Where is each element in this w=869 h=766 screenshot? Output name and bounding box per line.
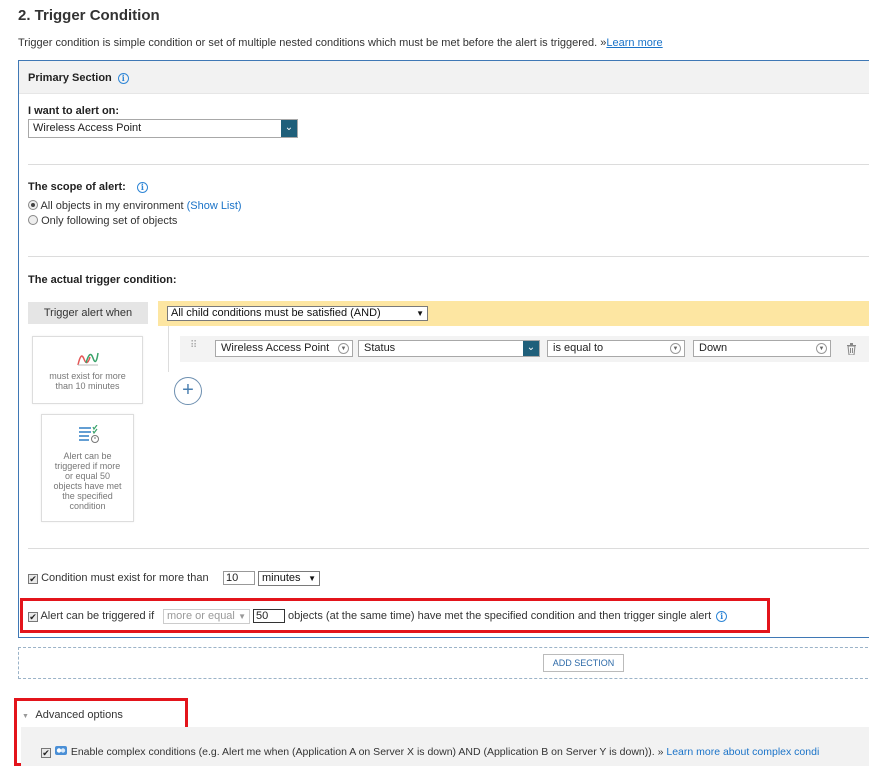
primary-section-title: Primary Section i — [28, 72, 129, 84]
scope-following-option[interactable]: Only following set of objects — [28, 215, 177, 227]
chevron-down-icon: ▼ — [338, 343, 349, 354]
scope-all-radio[interactable] — [28, 200, 38, 210]
condition-object-select[interactable]: Wireless Access Point ▼ — [215, 340, 353, 357]
condition-operator-value: is equal to — [553, 342, 604, 354]
advanced-options-toggle[interactable]: ▼ Advanced options — [22, 709, 123, 721]
actual-trigger-label: The actual trigger condition: — [28, 274, 177, 286]
condition-exist-label: Condition must exist for more than — [41, 572, 209, 584]
add-condition-button[interactable]: + — [174, 377, 202, 405]
alert-trigger-count-input[interactable]: 50 — [253, 609, 285, 623]
time-condition-card: must exist for more than 10 minutes — [32, 336, 143, 404]
caret-down-icon: ▼ — [238, 612, 246, 621]
chevron-down-icon: ▼ — [816, 343, 827, 354]
primary-section-label: Primary Section — [28, 72, 112, 84]
add-section-area — [18, 647, 869, 679]
chevron-down-icon: ▼ — [670, 343, 681, 354]
alert-on-value: Wireless Access Point — [33, 122, 142, 134]
alert-trigger-suffix-row: objects (at the same time) have met the … — [288, 610, 728, 622]
group-condition-select[interactable]: All child conditions must be satisfied (… — [167, 306, 428, 321]
divider — [28, 164, 869, 165]
condition-field-select[interactable]: Status ⌄ — [358, 340, 540, 357]
time-condition-text: must exist for more than 10 minutes — [49, 371, 126, 391]
description-text: Trigger condition is simple condition or… — [18, 37, 607, 49]
condition-exist-row: ✔ Condition must exist for more than — [28, 572, 209, 584]
tree-line — [168, 326, 169, 372]
condition-object-value: Wireless Access Point — [221, 342, 330, 354]
section-description: Trigger condition is simple condition or… — [18, 37, 663, 49]
complex-conditions-icon — [54, 745, 68, 760]
add-section-button[interactable]: ADD SECTION — [543, 654, 624, 672]
waveform-icon — [33, 349, 142, 369]
section-title: 2. Trigger Condition — [18, 7, 160, 24]
info-icon[interactable]: i — [716, 610, 728, 622]
scope-following-label: Only following set of objects — [41, 215, 178, 227]
caret-down-icon: ▼ — [416, 309, 424, 318]
condition-exist-unit-select[interactable]: minutes ▼ — [258, 571, 320, 586]
alert-trigger-operator-value: more or equal — [167, 610, 235, 622]
trash-icon[interactable] — [846, 342, 857, 360]
list-check-icon — [42, 424, 133, 447]
advanced-options-title: Advanced options — [35, 709, 123, 721]
caret-down-icon: ▼ — [22, 713, 29, 720]
condition-exist-unit-value: minutes — [262, 572, 301, 584]
alert-trigger-operator-select[interactable]: more or equal ▼ — [163, 609, 250, 624]
show-list-link[interactable]: (Show List) — [187, 200, 242, 212]
count-condition-text: Alert can be triggered if more or equal … — [53, 451, 122, 511]
alert-trigger-checkbox[interactable]: ✔ — [28, 612, 38, 622]
scope-all-label: All objects in my environment — [40, 200, 184, 212]
trigger-alert-when-label: Trigger alert when — [28, 302, 148, 324]
alert-trigger-prefix: Alert can be triggered if — [40, 610, 155, 622]
chevron-down-icon[interactable]: ⌄ — [281, 120, 297, 137]
condition-field-value: Status — [364, 342, 396, 354]
caret-down-icon: ▼ — [308, 574, 316, 583]
condition-exist-checkbox[interactable]: ✔ — [28, 574, 38, 584]
condition-operator-select[interactable]: is equal to ▼ — [547, 340, 685, 357]
scope-all-option[interactable]: All objects in my environment (Show List… — [28, 200, 242, 212]
complex-conditions-learn-more-link[interactable]: Learn more about complex condi — [666, 746, 819, 758]
learn-more-link[interactable]: Learn more — [606, 37, 662, 49]
scope-label: The scope of alert: — [28, 181, 126, 193]
alert-on-label: I want to alert on: — [28, 105, 120, 117]
complex-conditions-checkbox[interactable]: ✔ — [41, 748, 51, 758]
info-icon[interactable]: i — [117, 72, 129, 84]
alert-trigger-row: ✔ Alert can be triggered if — [28, 610, 154, 622]
condition-exist-input[interactable]: 10 — [223, 571, 255, 585]
chevron-down-icon[interactable]: ⌄ — [523, 341, 539, 356]
complex-conditions-label: Enable complex conditions (e.g. Alert me… — [70, 746, 664, 758]
drag-handle-icon[interactable]: ⠿ — [190, 341, 197, 351]
count-condition-card: Alert can be triggered if more or equal … — [41, 414, 134, 522]
scope-label-wrap: The scope of alert: i — [28, 181, 148, 193]
group-condition-value: All child conditions must be satisfied (… — [171, 307, 381, 319]
divider — [28, 548, 869, 549]
condition-value-select[interactable]: Down ▼ — [693, 340, 831, 357]
condition-value-value: Down — [699, 342, 728, 354]
scope-following-radio[interactable] — [28, 215, 38, 225]
info-icon[interactable]: i — [136, 181, 148, 193]
alert-trigger-suffix: objects (at the same time) have met the … — [288, 610, 712, 622]
divider — [28, 256, 869, 257]
alert-on-select[interactable]: Wireless Access Point ⌄ — [28, 119, 298, 138]
complex-conditions-row: ✔ Enable complex conditions (e.g. Alert … — [41, 745, 819, 760]
primary-section-header — [19, 61, 869, 94]
